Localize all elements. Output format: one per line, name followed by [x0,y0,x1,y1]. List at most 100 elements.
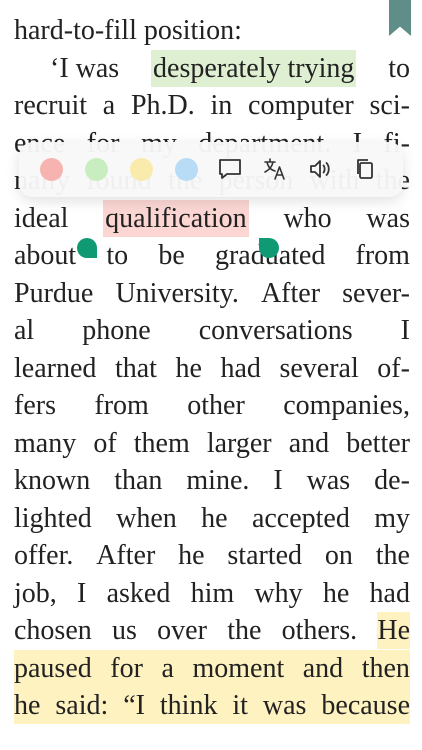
copy-icon[interactable] [350,154,380,184]
word: my [374,503,410,534]
word: fers [14,390,56,421]
word: and [302,653,344,684]
word: who [283,203,332,234]
word: over [157,615,207,646]
word: had [369,578,410,609]
word: asked [106,578,171,609]
word: learned [14,353,97,384]
word: After [260,278,321,309]
translate-icon[interactable] [260,154,290,184]
word: a [102,90,116,121]
word: hard-to-fill position: [14,15,242,46]
word: offer. [14,540,74,571]
word: many [14,428,77,459]
word: paused [14,653,92,684]
selection-end-handle[interactable] [259,238,279,258]
text-line: known than mine. Iwas de- [14,462,410,499]
yellow-highlight: He [377,612,410,649]
note-icon[interactable] [215,154,245,184]
word: conversations [198,315,353,346]
word: to [106,240,129,271]
text-line: lighted when he accepted my [14,500,410,537]
word: I [400,315,410,346]
word: ‘I was [50,53,120,84]
selection-toolbar [19,142,403,197]
read-aloud-icon[interactable] [305,154,335,184]
word: sever- [342,278,410,309]
word: them [133,428,190,459]
text-line: job, Iasked him why he had [14,575,410,612]
highlight-green-color[interactable] [85,158,108,181]
word: then [361,653,410,684]
text-line: al phone conversations I [14,312,410,349]
word: “I [123,687,145,724]
word: I [273,465,283,496]
word: known [14,465,91,496]
word: de- [374,465,410,496]
word: from [94,390,149,421]
word: companies, [283,390,410,421]
word: accepted [251,503,350,534]
text-line: ideal qualification who was [14,200,410,237]
word: larger [206,428,272,459]
word: in [210,90,233,121]
word: him [190,578,235,609]
green-highlight: desperately trying [151,50,357,87]
word: to [388,53,410,84]
selected-word: qualification [103,200,249,237]
word: because [321,687,410,724]
word: better [346,428,410,459]
word: After [96,540,156,571]
word: when [116,503,177,534]
word: mine. [186,465,250,496]
selection-start-handle[interactable] [77,238,97,258]
text-line: hard-to-fill position: [14,12,410,49]
text-line: he said: “I think it was because [14,687,410,724]
text-line: learned that he had several of- [14,350,410,387]
word: University. [115,278,239,309]
text-line: recruit a Ph.D. in computer sci- [14,87,410,124]
text-line: paused for a moment and then [14,650,410,687]
word: of [93,428,117,459]
word: about [14,240,77,271]
highlight-yellow-color[interactable] [130,158,153,181]
word: than [114,465,163,496]
highlight-red-color[interactable] [40,158,63,181]
text-line: many of them larger and better [14,425,410,462]
word: I [77,578,87,609]
word: for [110,653,143,684]
word: others. [281,615,358,646]
word: on [324,540,353,571]
word: recruit [14,90,88,121]
word: had [220,353,261,384]
text-line: Purdue University. After sever- [14,275,410,312]
word: sci- [369,90,410,121]
highlight-blue-color[interactable] [175,158,198,181]
word: ideal [14,203,69,234]
word: from [355,240,410,271]
word: was [366,203,410,234]
word: why [254,578,303,609]
word: other [187,390,245,421]
word: chosen [14,615,92,646]
word: he [175,353,202,384]
text-line: ‘I was desperately trying to [14,50,410,87]
word: that [114,353,157,384]
word: it [232,687,248,724]
word: computer [248,90,354,121]
word: he [201,503,228,534]
word: phone [82,315,151,346]
word: was [306,465,351,496]
word: be [158,240,185,271]
word: of- [377,353,410,384]
text-line: abouttobegraduatedfrom [14,237,410,274]
word: a [161,653,174,684]
text-line: chosen us over the others. He [14,612,410,649]
word: Purdue [14,278,94,309]
word: al [14,315,35,346]
word: think [159,687,218,724]
word: moment [192,653,285,684]
text-line: fers from other companies, [14,387,410,424]
word: was [262,687,307,724]
word: Ph.D. [130,90,195,121]
